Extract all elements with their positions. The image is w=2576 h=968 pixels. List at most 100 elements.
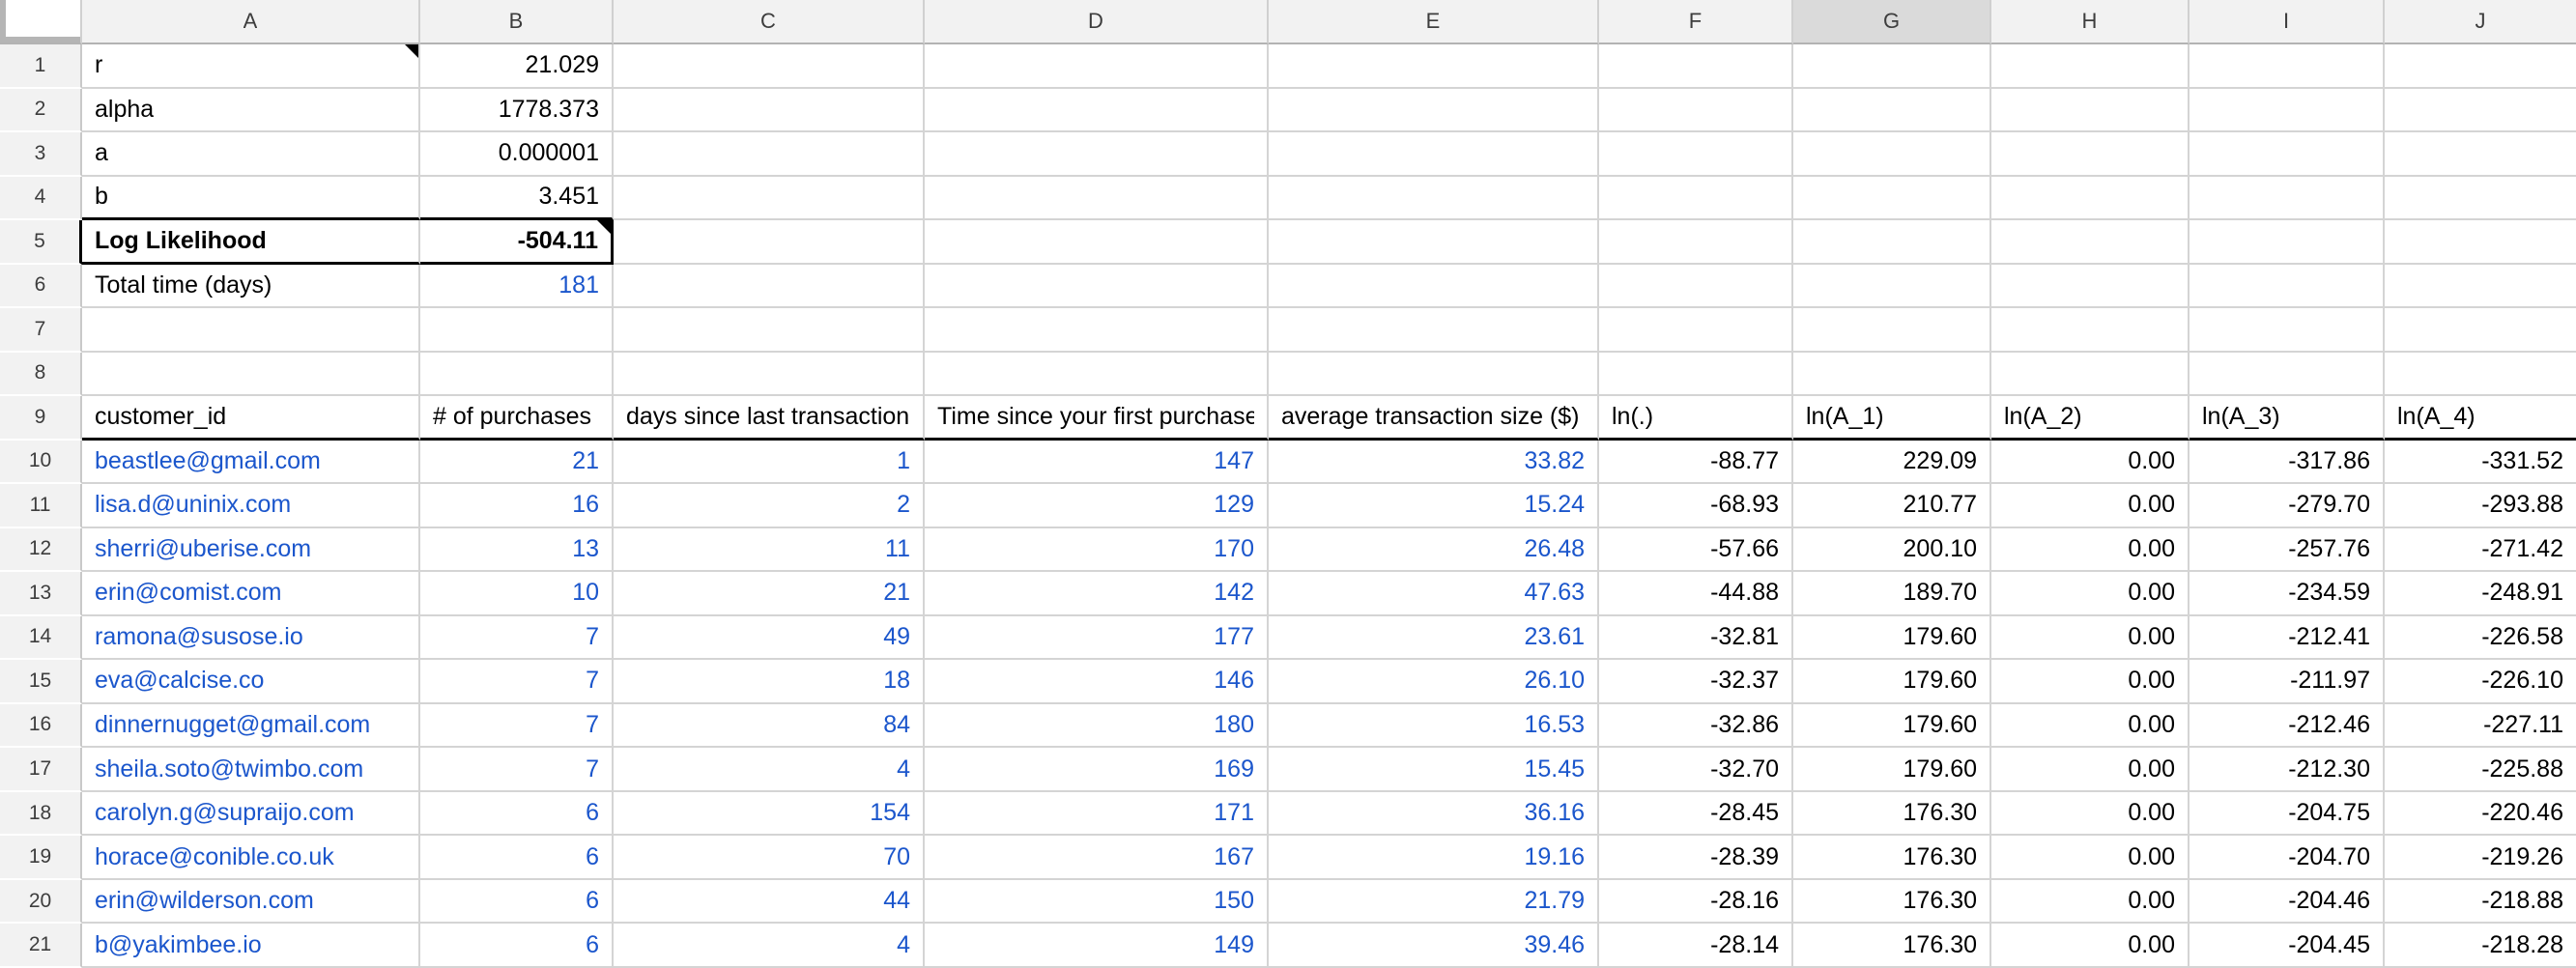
cell-A11[interactable]: lisa.d@uninix.com bbox=[82, 484, 420, 528]
cell-H5[interactable] bbox=[1991, 220, 2190, 265]
cell-E21[interactable]: 39.46 bbox=[1269, 924, 1599, 968]
cell-A15[interactable]: eva@calcise.co bbox=[82, 660, 420, 704]
cell-G21[interactable]: 176.30 bbox=[1793, 924, 1991, 968]
cell-D5[interactable] bbox=[925, 220, 1269, 265]
cell-C16[interactable]: 84 bbox=[614, 704, 925, 749]
cell-J9[interactable]: ln(A_4) bbox=[2385, 396, 2576, 441]
cell-H1[interactable] bbox=[1991, 44, 2190, 89]
column-header-H[interactable]: H bbox=[1991, 0, 2190, 44]
cell-G13[interactable]: 189.70 bbox=[1793, 572, 1991, 616]
cell-B15[interactable]: 7 bbox=[420, 660, 614, 704]
cell-C5[interactable] bbox=[614, 220, 925, 265]
cell-E3[interactable] bbox=[1269, 132, 1599, 177]
cell-E20[interactable]: 21.79 bbox=[1269, 880, 1599, 925]
cell-E7[interactable] bbox=[1269, 308, 1599, 353]
cell-E8[interactable] bbox=[1269, 353, 1599, 397]
cell-G18[interactable]: 176.30 bbox=[1793, 792, 1991, 837]
cell-E19[interactable]: 19.16 bbox=[1269, 836, 1599, 880]
cell-D13[interactable]: 142 bbox=[925, 572, 1269, 616]
row-header-10[interactable]: 10 bbox=[0, 441, 82, 485]
cell-B11[interactable]: 16 bbox=[420, 484, 614, 528]
cell-G14[interactable]: 179.60 bbox=[1793, 616, 1991, 661]
cell-B7[interactable] bbox=[420, 308, 614, 353]
cell-G6[interactable] bbox=[1793, 265, 1991, 309]
cell-A16[interactable]: dinnernugget@gmail.com bbox=[82, 704, 420, 749]
cell-H20[interactable]: 0.00 bbox=[1991, 880, 2190, 925]
cell-H9[interactable]: ln(A_2) bbox=[1991, 396, 2190, 441]
row-header-1[interactable]: 1 bbox=[0, 44, 82, 89]
cell-J15[interactable]: -226.10 bbox=[2385, 660, 2576, 704]
cell-D2[interactable] bbox=[925, 89, 1269, 133]
cell-J19[interactable]: -219.26 bbox=[2385, 836, 2576, 880]
cell-J4[interactable] bbox=[2385, 177, 2576, 221]
cell-G4[interactable] bbox=[1793, 177, 1991, 221]
cell-C7[interactable] bbox=[614, 308, 925, 353]
cell-D7[interactable] bbox=[925, 308, 1269, 353]
cell-B9[interactable]: # of purchases bbox=[420, 396, 614, 441]
cell-H12[interactable]: 0.00 bbox=[1991, 528, 2190, 573]
row-header-5[interactable]: 5 bbox=[0, 220, 82, 265]
cell-E10[interactable]: 33.82 bbox=[1269, 441, 1599, 485]
cell-E16[interactable]: 16.53 bbox=[1269, 704, 1599, 749]
cell-I7[interactable] bbox=[2190, 308, 2385, 353]
cell-I19[interactable]: -204.70 bbox=[2190, 836, 2385, 880]
cell-A2[interactable]: alpha bbox=[82, 89, 420, 133]
cell-B18[interactable]: 6 bbox=[420, 792, 614, 837]
cell-A21[interactable]: b@yakimbee.io bbox=[82, 924, 420, 968]
row-header-6[interactable]: 6 bbox=[0, 265, 82, 309]
cell-D17[interactable]: 169 bbox=[925, 748, 1269, 792]
cell-G17[interactable]: 179.60 bbox=[1793, 748, 1991, 792]
cell-J5[interactable] bbox=[2385, 220, 2576, 265]
cell-J3[interactable] bbox=[2385, 132, 2576, 177]
row-header-21[interactable]: 21 bbox=[0, 924, 82, 968]
row-header-8[interactable]: 8 bbox=[0, 353, 82, 397]
cell-I17[interactable]: -212.30 bbox=[2190, 748, 2385, 792]
select-all-corner[interactable] bbox=[0, 0, 82, 44]
row-header-15[interactable]: 15 bbox=[0, 660, 82, 704]
cell-I18[interactable]: -204.75 bbox=[2190, 792, 2385, 837]
column-header-C[interactable]: C bbox=[614, 0, 925, 44]
cell-E1[interactable] bbox=[1269, 44, 1599, 89]
cell-B10[interactable]: 21 bbox=[420, 441, 614, 485]
cell-H8[interactable] bbox=[1991, 353, 2190, 397]
cell-B6[interactable]: 181 bbox=[420, 265, 614, 309]
cell-I15[interactable]: -211.97 bbox=[2190, 660, 2385, 704]
cell-F5[interactable] bbox=[1599, 220, 1793, 265]
cell-C9[interactable]: days since last transaction bbox=[614, 396, 925, 441]
row-header-9[interactable]: 9 bbox=[0, 396, 82, 441]
cell-C1[interactable] bbox=[614, 44, 925, 89]
cell-H16[interactable]: 0.00 bbox=[1991, 704, 2190, 749]
cell-D10[interactable]: 147 bbox=[925, 441, 1269, 485]
cell-H21[interactable]: 0.00 bbox=[1991, 924, 2190, 968]
cell-I2[interactable] bbox=[2190, 89, 2385, 133]
cell-D19[interactable]: 167 bbox=[925, 836, 1269, 880]
cell-J11[interactable]: -293.88 bbox=[2385, 484, 2576, 528]
cell-A13[interactable]: erin@comist.com bbox=[82, 572, 420, 616]
cell-C4[interactable] bbox=[614, 177, 925, 221]
cell-G3[interactable] bbox=[1793, 132, 1991, 177]
cell-J12[interactable]: -271.42 bbox=[2385, 528, 2576, 573]
cell-I9[interactable]: ln(A_3) bbox=[2190, 396, 2385, 441]
cell-H11[interactable]: 0.00 bbox=[1991, 484, 2190, 528]
cell-D18[interactable]: 171 bbox=[925, 792, 1269, 837]
cell-B21[interactable]: 6 bbox=[420, 924, 614, 968]
cell-I21[interactable]: -204.45 bbox=[2190, 924, 2385, 968]
cell-A4[interactable]: b bbox=[82, 177, 420, 221]
cell-F2[interactable] bbox=[1599, 89, 1793, 133]
row-header-2[interactable]: 2 bbox=[0, 89, 82, 133]
cell-J8[interactable] bbox=[2385, 353, 2576, 397]
column-header-E[interactable]: E bbox=[1269, 0, 1599, 44]
cell-I8[interactable] bbox=[2190, 353, 2385, 397]
cell-F13[interactable]: -44.88 bbox=[1599, 572, 1793, 616]
cell-C10[interactable]: 1 bbox=[614, 441, 925, 485]
cell-F10[interactable]: -88.77 bbox=[1599, 441, 1793, 485]
cell-D9[interactable]: Time since your first purchase bbox=[925, 396, 1269, 441]
cell-C15[interactable]: 18 bbox=[614, 660, 925, 704]
cell-E14[interactable]: 23.61 bbox=[1269, 616, 1599, 661]
cell-A3[interactable]: a bbox=[82, 132, 420, 177]
row-header-19[interactable]: 19 bbox=[0, 836, 82, 880]
cell-C14[interactable]: 49 bbox=[614, 616, 925, 661]
cell-F15[interactable]: -32.37 bbox=[1599, 660, 1793, 704]
cell-A14[interactable]: ramona@susose.io bbox=[82, 616, 420, 661]
cell-E15[interactable]: 26.10 bbox=[1269, 660, 1599, 704]
